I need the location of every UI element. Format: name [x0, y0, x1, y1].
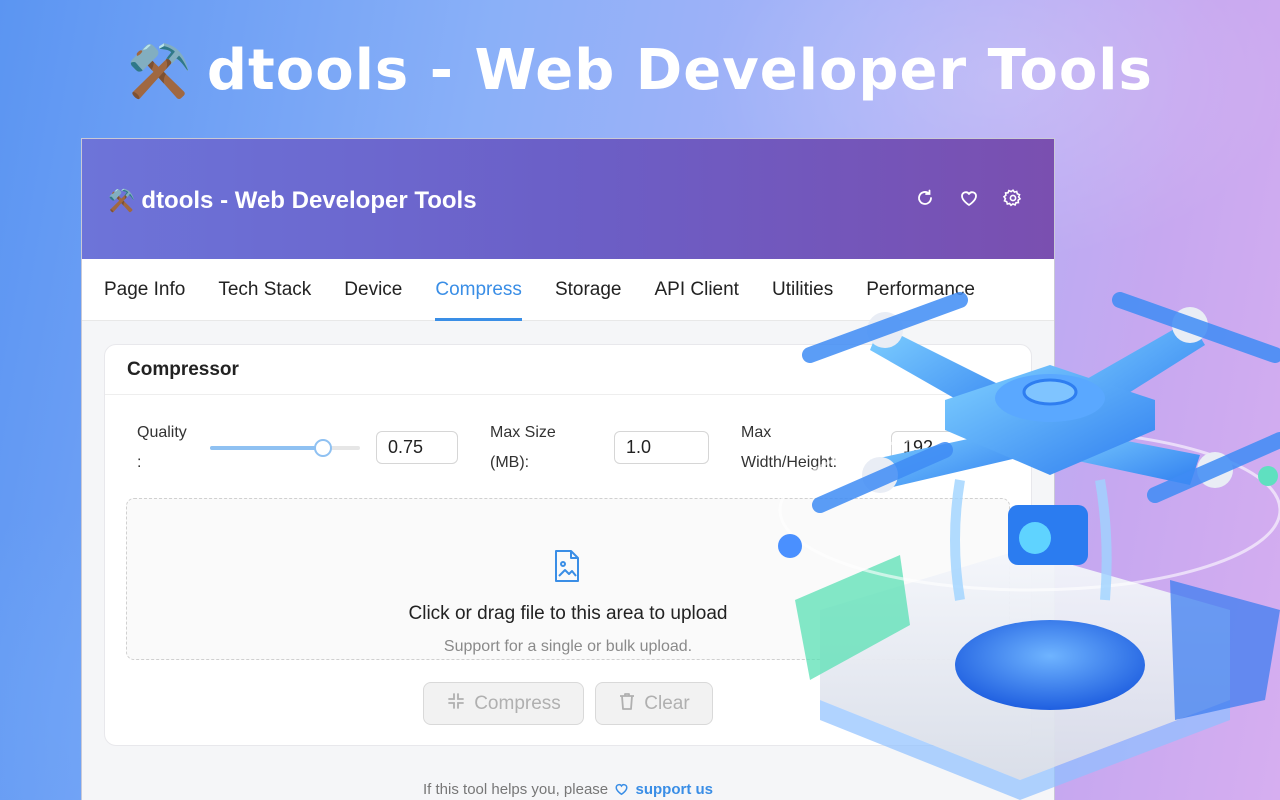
- trash-icon: [618, 691, 636, 717]
- slider-fill: [210, 446, 323, 450]
- window-header: ⚒️ dtools - Web Developer Tools: [82, 139, 1054, 259]
- tools-icon: ⚒️: [127, 42, 193, 102]
- file-image-icon: [553, 549, 581, 588]
- refresh-icon[interactable]: [914, 187, 936, 209]
- tab-tech-stack[interactable]: Tech Stack: [218, 259, 311, 321]
- heart-icon[interactable]: [958, 187, 980, 209]
- hero-title-text: dtools - Web Developer Tools: [206, 38, 1153, 103]
- tools-icon: ⚒️: [108, 188, 136, 213]
- compress-button[interactable]: Compress: [423, 682, 584, 725]
- quality-input[interactable]: 0.75: [376, 431, 458, 464]
- window-title: ⚒️ dtools - Web Developer Tools: [108, 187, 477, 215]
- slider-thumb[interactable]: [313, 439, 332, 457]
- tab-storage[interactable]: Storage: [555, 259, 622, 321]
- window-title-text: dtools - Web Developer Tools: [141, 187, 477, 214]
- tab-page-info[interactable]: Page Info: [104, 259, 185, 321]
- heart-icon: [614, 782, 629, 800]
- tab-api-client[interactable]: API Client: [654, 259, 738, 321]
- tab-device[interactable]: Device: [344, 259, 402, 321]
- settings-icon[interactable]: [1002, 187, 1024, 209]
- tab-compress[interactable]: Compress: [435, 259, 522, 321]
- quality-label: Quality :: [137, 424, 187, 471]
- clear-button[interactable]: Clear: [595, 682, 713, 725]
- header-actions: [914, 187, 1024, 209]
- max-size-input[interactable]: 1.0: [614, 431, 709, 464]
- quality-slider[interactable]: [210, 438, 360, 458]
- max-size-label: Max Size (MB):: [490, 424, 556, 471]
- hero-title: ⚒️ dtools - Web Developer Tools: [0, 38, 1280, 103]
- support-link[interactable]: support us: [635, 781, 713, 798]
- drone-illustration: [778, 292, 1280, 800]
- compress-icon: [446, 691, 466, 717]
